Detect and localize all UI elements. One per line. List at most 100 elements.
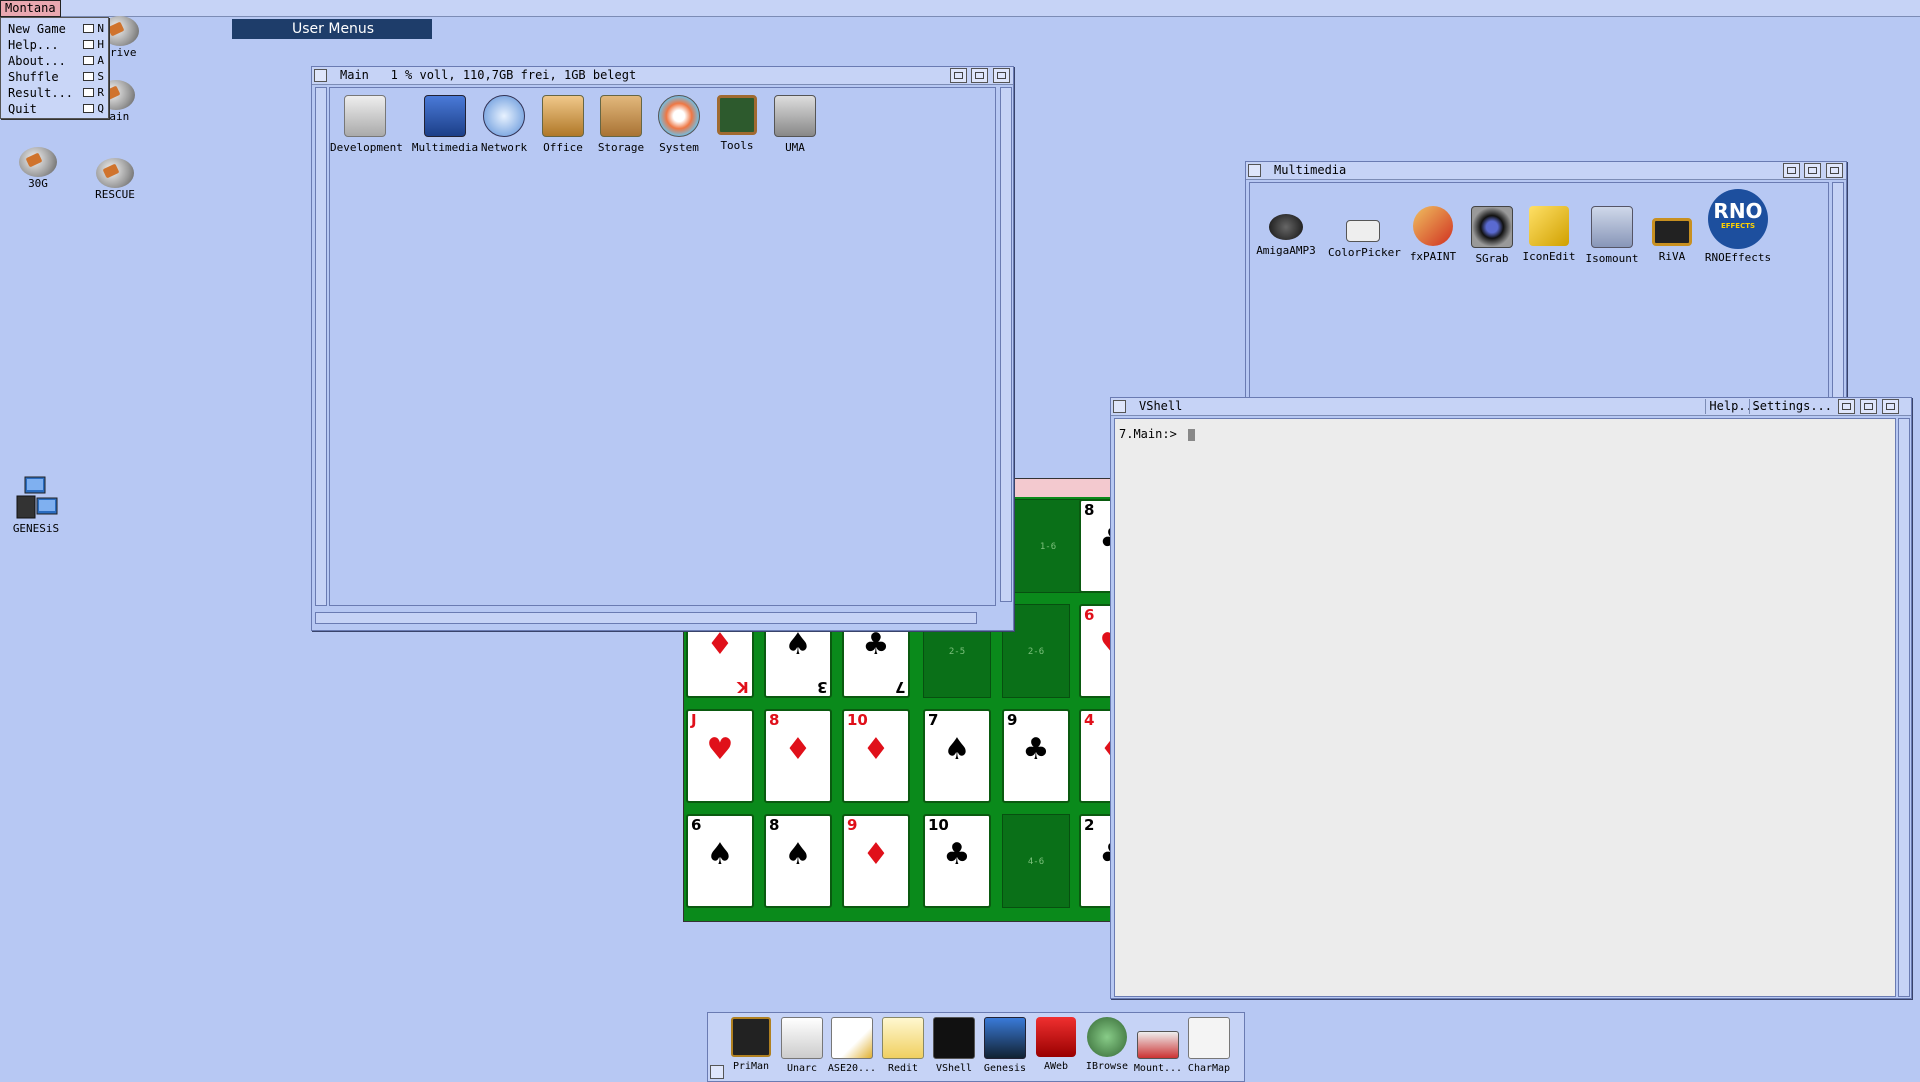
app-amigaamp3[interactable]: AmigaAMP3	[1251, 206, 1321, 257]
icon-label: ColorPicker	[1328, 246, 1401, 259]
shell-console[interactable]: 7.Main:>	[1114, 418, 1896, 997]
vertical-scrollbar[interactable]	[1832, 182, 1844, 402]
menu-item-help[interactable]: Help... H	[8, 37, 104, 53]
multimedia-drawer-window[interactable]: Multimedia AmigaAMP3 ColorPicker fxPAINT…	[1245, 161, 1847, 403]
charmap-icon	[1188, 1017, 1230, 1059]
window-title: Multimedia	[1274, 163, 1347, 177]
menu-item-shuffle[interactable]: Shuffle S	[8, 69, 104, 85]
mount-drive-icon	[1137, 1031, 1179, 1059]
amiga-key-icon	[83, 24, 94, 33]
menu-shortcut: Q	[97, 102, 104, 115]
dock-item-ibrowse[interactable]: IBrowse	[1082, 1017, 1132, 1072]
menu-shortcut: N	[97, 22, 104, 35]
desktop-icon-rescue[interactable]: RESCUE	[75, 158, 155, 201]
desktop-icon-label: GENESiS	[12, 522, 60, 535]
desktop-icon-label: 30G	[28, 177, 48, 190]
user-menus-bar[interactable]: User Menus	[232, 19, 432, 39]
window-title: VShell	[1139, 399, 1183, 413]
playing-card[interactable]: 9 ♦	[842, 814, 910, 908]
playing-card[interactable]: J ♥	[686, 709, 754, 803]
iconify-icon[interactable]	[1838, 399, 1855, 414]
chalkboard-icon	[717, 95, 757, 135]
depth-icon[interactable]	[993, 68, 1010, 83]
desktop-icon-label: RESCUE	[95, 188, 135, 201]
dock-item-mount[interactable]: Mount...	[1133, 1017, 1183, 1074]
zoom-icon[interactable]	[1860, 399, 1877, 414]
playing-card[interactable]: 4♦	[1079, 709, 1112, 803]
dock-item-label: Redit	[887, 1063, 919, 1074]
dock-item-redit[interactable]: Redit	[878, 1017, 928, 1074]
dock-item-charmap[interactable]: CharMap	[1184, 1017, 1234, 1074]
dock-item-label: Genesis	[983, 1063, 1027, 1074]
dock-item-aweb[interactable]: AWeb	[1031, 1017, 1081, 1072]
close-icon[interactable]	[1248, 164, 1261, 177]
close-icon[interactable]	[314, 69, 327, 82]
window-title-bar[interactable]: Multimedia	[1246, 162, 1846, 180]
app-iconedit[interactable]: IconEdit	[1514, 206, 1584, 263]
window-title: Main 1 % voll, 110,7GB frei, 1GB belegt	[340, 68, 637, 82]
pencil-icon	[1529, 206, 1569, 246]
screen-title: Montana	[0, 0, 61, 17]
vshell-window[interactable]: VShell Help... Settings... 7.Main:>	[1110, 397, 1912, 999]
menu-item-result[interactable]: Result... R	[8, 85, 104, 101]
menu-shortcut: S	[97, 70, 104, 83]
playing-card[interactable]: 8 ♦	[764, 709, 832, 803]
dock-item-genesis[interactable]: Genesis	[980, 1017, 1030, 1074]
menu-item-about[interactable]: About... A	[8, 53, 104, 69]
camera-icon	[1471, 206, 1513, 248]
zoom-icon[interactable]	[971, 68, 988, 83]
window-title-bar[interactable]: VShell Help... Settings...	[1111, 398, 1911, 416]
menu-shortcut: H	[97, 38, 104, 51]
app-colorpicker[interactable]: ColorPicker	[1328, 206, 1401, 259]
app-rnoeffects[interactable]: RNO EFFECTS RNOEffects	[1703, 189, 1773, 264]
dock-menu-icon[interactable]	[710, 1065, 724, 1079]
window-content-area[interactable]	[329, 87, 996, 606]
rno-logo-text: RNO	[1713, 199, 1763, 223]
depth-icon[interactable]	[1882, 399, 1899, 414]
playing-card[interactable]: 2♣	[1079, 814, 1112, 908]
empty-slot[interactable]: 4-6	[1002, 814, 1070, 908]
empty-slot[interactable]: 1-6	[1014, 499, 1082, 593]
dock-item-unarc[interactable]: Unarc	[777, 1017, 827, 1074]
drawer-development[interactable]: Development	[330, 95, 403, 154]
dock-item-vshell[interactable]: VShell	[929, 1017, 979, 1074]
hard-disk-icon	[96, 158, 134, 188]
zoom-icon[interactable]	[1804, 163, 1821, 178]
dock-item-priman[interactable]: PriMan	[726, 1017, 776, 1072]
vertical-scrollbar[interactable]	[1898, 418, 1910, 997]
iconify-icon[interactable]	[950, 68, 967, 83]
notepad-icon	[882, 1017, 924, 1059]
close-icon[interactable]	[1113, 400, 1126, 413]
vertical-scrollbar[interactable]	[1000, 87, 1012, 602]
playing-card[interactable]: 7 ♠	[923, 709, 991, 803]
playing-card[interactable]: 6♥	[1079, 604, 1112, 698]
playing-card[interactable]: 8♣	[1079, 499, 1112, 593]
horizontal-scrollbar[interactable]	[315, 612, 977, 624]
main-drawer-window[interactable]: Main 1 % voll, 110,7GB frei, 1GB belegt …	[311, 66, 1014, 631]
playing-card[interactable]: 8 ♠	[764, 814, 832, 908]
amiga-key-icon	[83, 104, 94, 113]
game-menu-dropdown[interactable]: New Game N Help... H About... A Shuffle S Re…	[0, 17, 109, 119]
app-riva[interactable]: RiVA	[1637, 206, 1707, 263]
menu-item-quit[interactable]: Quit Q	[8, 101, 104, 117]
playing-card[interactable]: 10 ♣	[923, 814, 991, 908]
dock-item-label: AWeb	[1043, 1061, 1069, 1072]
dock-item-label: VShell	[935, 1063, 973, 1074]
icon-label: RNOEffects	[1704, 251, 1772, 264]
dock-item-ase20[interactable]: ASE20...	[827, 1017, 877, 1074]
menu-item-label: Quit	[8, 102, 37, 116]
aweb-icon	[1036, 1017, 1076, 1057]
screen-title-bar[interactable]: Montana	[0, 0, 1920, 17]
settings-button[interactable]: Settings...	[1748, 399, 1835, 414]
desktop-icon-genesis[interactable]: GENESiS	[0, 476, 76, 535]
playing-card[interactable]: 10 ♦	[842, 709, 910, 803]
window-title-bar[interactable]: Main 1 % voll, 110,7GB frei, 1GB belegt	[312, 67, 1013, 85]
iconify-icon[interactable]	[1783, 163, 1800, 178]
playing-card[interactable]: 6 ♠	[686, 814, 754, 908]
playing-card[interactable]: 9 ♣	[1002, 709, 1070, 803]
desktop-icon-30g[interactable]: 30G	[0, 147, 78, 190]
depth-icon[interactable]	[1826, 163, 1843, 178]
dock-bar[interactable]: PriMan Unarc ASE20... Redit VShell Genes…	[707, 1012, 1245, 1082]
drawer-uma[interactable]: UMA	[760, 95, 830, 154]
menu-item-new-game[interactable]: New Game N	[8, 21, 104, 37]
